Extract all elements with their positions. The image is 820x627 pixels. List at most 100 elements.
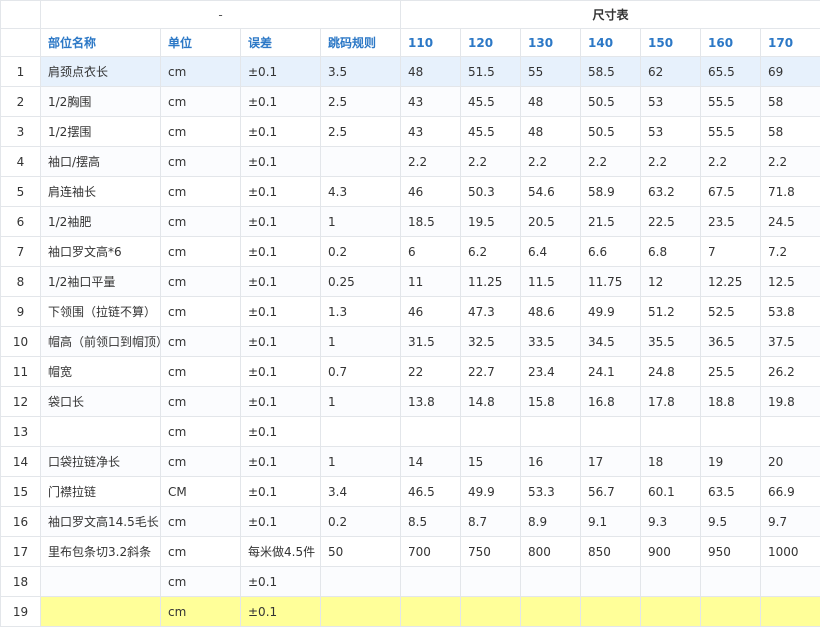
cell-size-140[interactable] <box>581 567 641 597</box>
cell-size-120[interactable]: 51.5 <box>461 57 521 87</box>
table-row[interactable]: 10帽高（前领口到帽顶）cm±0.1131.532.533.534.535.53… <box>1 327 820 357</box>
cell-part-name[interactable]: 袖口/摆高 <box>41 147 161 177</box>
column-header-size-130[interactable]: 130 <box>521 29 581 57</box>
cell-size-120[interactable]: 32.5 <box>461 327 521 357</box>
cell-size-130[interactable]: 48 <box>521 87 581 117</box>
cell-size-170[interactable] <box>761 417 820 447</box>
table-row[interactable]: 19cm±0.1 <box>1 597 820 627</box>
cell-tolerance[interactable]: ±0.1 <box>241 237 321 267</box>
cell-grade-rule[interactable]: 3.5 <box>321 57 401 87</box>
cell-size-170[interactable] <box>761 567 820 597</box>
cell-size-160[interactable]: 18.8 <box>701 387 761 417</box>
cell-size-110[interactable]: 14 <box>401 447 461 477</box>
cell-size-140[interactable]: 50.5 <box>581 117 641 147</box>
cell-size-110[interactable]: 46 <box>401 177 461 207</box>
cell-tolerance[interactable]: ±0.1 <box>241 567 321 597</box>
table-row[interactable]: 13cm±0.1 <box>1 417 820 447</box>
table-row[interactable]: 17里布包条切3.2斜条cm每米做4.5件5070075080085090095… <box>1 537 820 567</box>
cell-unit[interactable]: CM <box>161 477 241 507</box>
cell-size-170[interactable]: 20 <box>761 447 820 477</box>
column-header-size-110[interactable]: 110 <box>401 29 461 57</box>
cell-grade-rule[interactable] <box>321 597 401 627</box>
cell-size-110[interactable] <box>401 597 461 627</box>
cell-size-120[interactable]: 750 <box>461 537 521 567</box>
cell-part-name[interactable]: 1/2袖肥 <box>41 207 161 237</box>
cell-grade-rule[interactable]: 0.7 <box>321 357 401 387</box>
cell-tolerance[interactable]: ±0.1 <box>241 507 321 537</box>
cell-part-name[interactable]: 帽宽 <box>41 357 161 387</box>
cell-unit[interactable]: cm <box>161 147 241 177</box>
cell-size-140[interactable]: 17 <box>581 447 641 477</box>
cell-size-150[interactable]: 53 <box>641 87 701 117</box>
cell-part-name[interactable]: 帽高（前领口到帽顶） <box>41 327 161 357</box>
cell-size-150[interactable] <box>641 597 701 627</box>
cell-tolerance[interactable]: ±0.1 <box>241 357 321 387</box>
cell-size-120[interactable]: 50.3 <box>461 177 521 207</box>
cell-size-170[interactable] <box>761 597 820 627</box>
cell-size-120[interactable]: 19.5 <box>461 207 521 237</box>
cell-size-160[interactable] <box>701 597 761 627</box>
cell-part-name[interactable]: 口袋拉链净长 <box>41 447 161 477</box>
cell-part-name[interactable]: 袖口罗文高*6 <box>41 237 161 267</box>
table-row[interactable]: 11帽宽cm±0.10.72222.723.424.124.825.526.2 <box>1 357 820 387</box>
cell-size-150[interactable] <box>641 417 701 447</box>
cell-unit[interactable]: cm <box>161 177 241 207</box>
cell-size-150[interactable]: 2.2 <box>641 147 701 177</box>
cell-size-110[interactable]: 11 <box>401 267 461 297</box>
cell-unit[interactable]: cm <box>161 87 241 117</box>
cell-size-170[interactable]: 9.7 <box>761 507 820 537</box>
cell-size-170[interactable]: 71.8 <box>761 177 820 207</box>
cell-size-130[interactable]: 33.5 <box>521 327 581 357</box>
cell-size-130[interactable]: 2.2 <box>521 147 581 177</box>
cell-size-140[interactable]: 56.7 <box>581 477 641 507</box>
cell-size-160[interactable]: 55.5 <box>701 87 761 117</box>
column-header-size-170[interactable]: 170 <box>761 29 820 57</box>
cell-size-150[interactable]: 6.8 <box>641 237 701 267</box>
cell-size-170[interactable]: 26.2 <box>761 357 820 387</box>
cell-grade-rule[interactable]: 2.5 <box>321 117 401 147</box>
cell-size-110[interactable]: 31.5 <box>401 327 461 357</box>
cell-size-110[interactable]: 22 <box>401 357 461 387</box>
cell-tolerance[interactable]: ±0.1 <box>241 417 321 447</box>
cell-size-160[interactable]: 19 <box>701 447 761 477</box>
cell-size-120[interactable]: 2.2 <box>461 147 521 177</box>
cell-grade-rule[interactable]: 4.3 <box>321 177 401 207</box>
cell-part-name[interactable]: 肩连袖长 <box>41 177 161 207</box>
cell-size-160[interactable]: 25.5 <box>701 357 761 387</box>
cell-tolerance[interactable]: ±0.1 <box>241 267 321 297</box>
cell-size-110[interactable]: 48 <box>401 57 461 87</box>
cell-size-140[interactable] <box>581 597 641 627</box>
cell-size-170[interactable]: 19.8 <box>761 387 820 417</box>
cell-size-140[interactable]: 16.8 <box>581 387 641 417</box>
cell-tolerance[interactable]: ±0.1 <box>241 297 321 327</box>
cell-size-170[interactable]: 2.2 <box>761 147 820 177</box>
cell-size-120[interactable]: 45.5 <box>461 117 521 147</box>
cell-grade-rule[interactable]: 1 <box>321 327 401 357</box>
cell-size-170[interactable]: 58 <box>761 117 820 147</box>
cell-tolerance[interactable]: ±0.1 <box>241 477 321 507</box>
cell-size-130[interactable]: 48 <box>521 117 581 147</box>
cell-size-110[interactable]: 46 <box>401 297 461 327</box>
cell-size-170[interactable]: 53.8 <box>761 297 820 327</box>
cell-size-120[interactable]: 47.3 <box>461 297 521 327</box>
cell-size-160[interactable]: 65.5 <box>701 57 761 87</box>
cell-unit[interactable]: cm <box>161 207 241 237</box>
cell-grade-rule[interactable]: 0.2 <box>321 237 401 267</box>
cell-size-170[interactable]: 1000 <box>761 537 820 567</box>
cell-size-130[interactable]: 55 <box>521 57 581 87</box>
cell-size-110[interactable]: 700 <box>401 537 461 567</box>
cell-size-120[interactable]: 11.25 <box>461 267 521 297</box>
cell-size-140[interactable]: 58.9 <box>581 177 641 207</box>
cell-size-170[interactable]: 24.5 <box>761 207 820 237</box>
cell-grade-rule[interactable]: 0.25 <box>321 267 401 297</box>
column-header-unit[interactable]: 单位 <box>161 29 241 57</box>
cell-size-110[interactable]: 2.2 <box>401 147 461 177</box>
cell-unit[interactable]: cm <box>161 327 241 357</box>
cell-part-name[interactable]: 1/2胸围 <box>41 87 161 117</box>
cell-part-name[interactable]: 下领围（拉链不算） <box>41 297 161 327</box>
cell-tolerance[interactable]: ±0.1 <box>241 57 321 87</box>
cell-grade-rule[interactable]: 1.3 <box>321 297 401 327</box>
cell-size-130[interactable]: 6.4 <box>521 237 581 267</box>
cell-size-140[interactable] <box>581 417 641 447</box>
cell-size-150[interactable]: 17.8 <box>641 387 701 417</box>
